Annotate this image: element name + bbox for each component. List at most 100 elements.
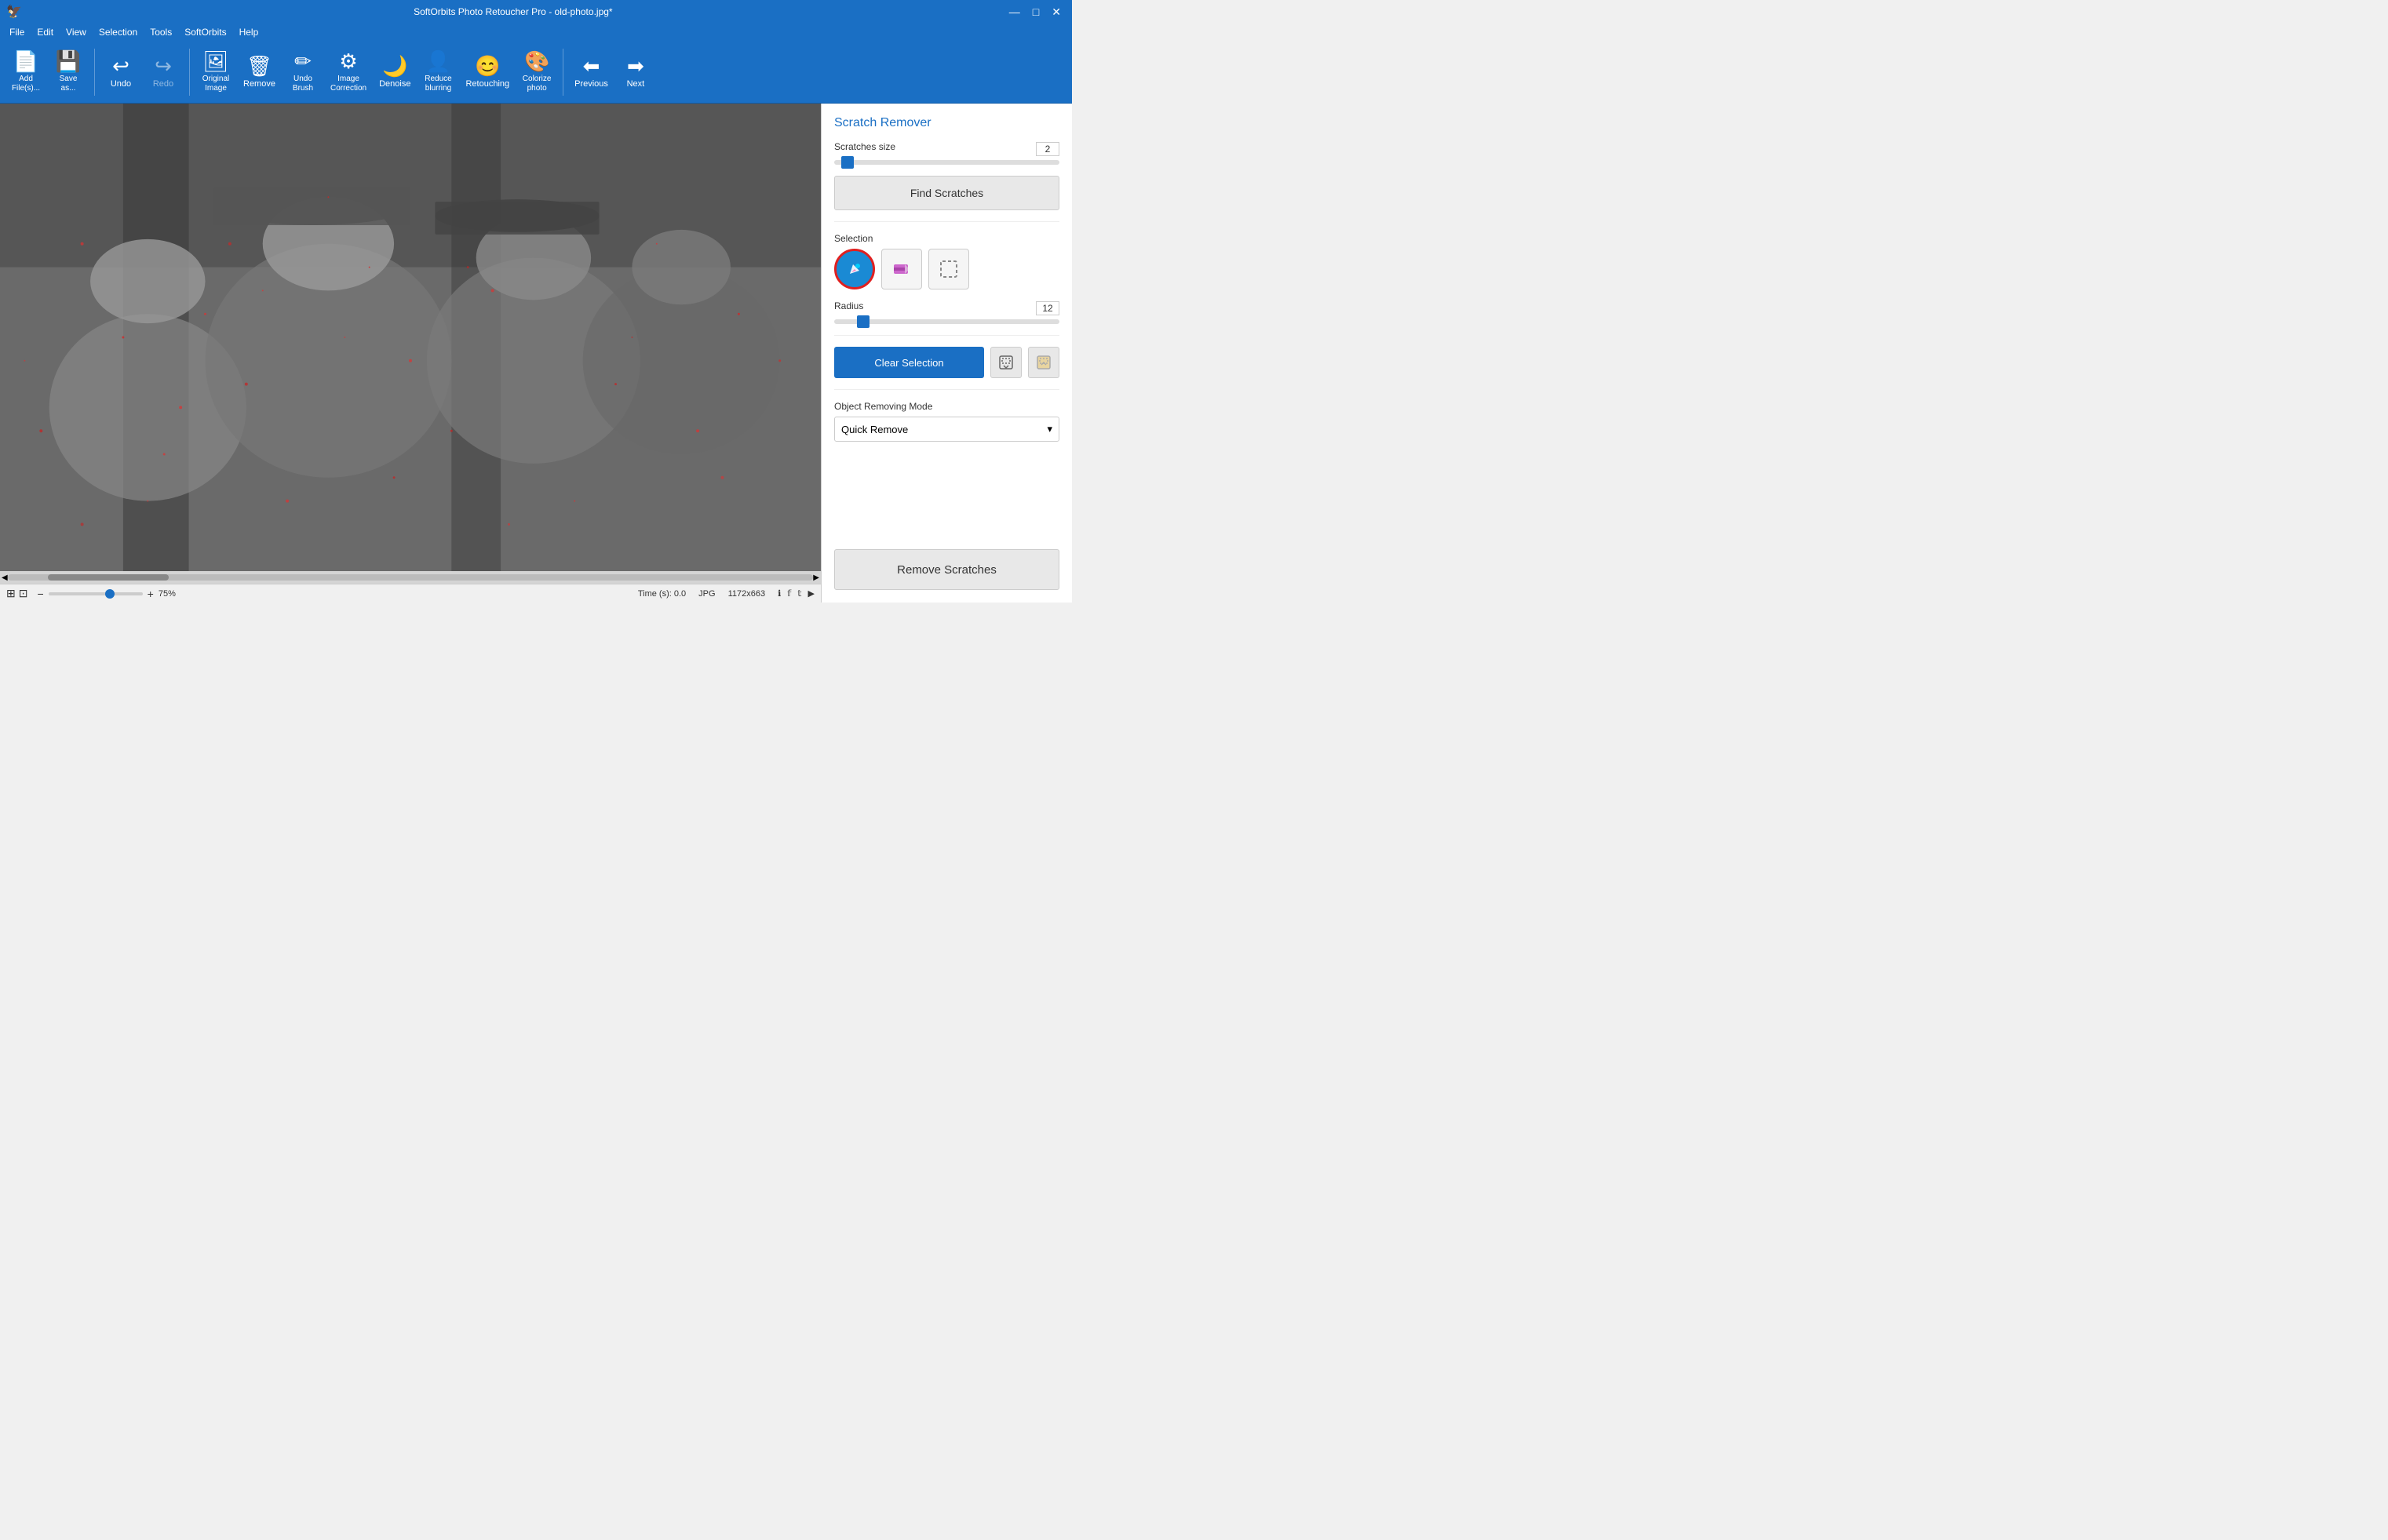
dimensions-label: 1172x663 — [728, 589, 766, 599]
save-as-button[interactable]: 💾 Saveas... — [49, 46, 88, 99]
load-selection-icon — [1036, 355, 1052, 370]
scratches-size-slider[interactable] — [834, 160, 1059, 165]
canvas-hscroll[interactable]: ◀ ▶ — [0, 571, 821, 584]
pencil-icon — [844, 258, 866, 280]
pencil-tool-button[interactable] — [834, 249, 875, 289]
menu-tools[interactable]: Tools — [144, 25, 178, 39]
maximize-button[interactable]: □ — [1028, 5, 1044, 19]
toolbar: 📄 AddFile(s)... 💾 Saveas... ↩ Undo ↪ Red… — [0, 41, 1072, 104]
facebook-icon[interactable]: 𝕗 — [787, 588, 791, 599]
radius-track[interactable] — [834, 319, 1059, 324]
info-icon[interactable]: ℹ — [778, 588, 781, 599]
reduce-blurring-button[interactable]: 👤 Reduceblurring — [418, 46, 458, 99]
menu-file[interactable]: File — [3, 25, 31, 39]
hscroll-track[interactable] — [8, 574, 814, 581]
statusbar-icons: ℹ 𝕗 𝕥 ▶ — [778, 588, 815, 599]
app-icon: 🦅 — [6, 4, 22, 20]
photo-canvas — [0, 104, 821, 571]
scratches-size-value: 2 — [1036, 142, 1059, 156]
selection-label: Selection — [834, 233, 1059, 244]
zoom-control: − + 75% — [37, 588, 175, 600]
hscroll-thumb[interactable] — [48, 574, 169, 581]
selection-tools — [834, 249, 1059, 289]
scratches-size-label: Scratches size — [834, 141, 895, 152]
radius-row: Radius 12 — [834, 300, 1059, 316]
divider-1 — [834, 221, 1059, 222]
fit-icon[interactable]: ⊞ — [6, 587, 16, 600]
undo-brush-button[interactable]: ✏ UndoBrush — [283, 46, 323, 99]
remove-scratches-button[interactable]: Remove Scratches — [834, 549, 1059, 590]
zoom-thumb[interactable] — [105, 589, 115, 599]
undo-label: Undo — [111, 79, 131, 89]
toolbar-sep-2 — [189, 49, 190, 96]
previous-icon: ⬅ — [583, 56, 600, 76]
eraser-tool-button[interactable] — [881, 249, 922, 289]
redo-button[interactable]: ↪ Redo — [144, 46, 183, 99]
save-selection-icon — [998, 355, 1014, 370]
remove-button[interactable]: 🗑 Remove — [239, 46, 280, 99]
image-correction-label: ImageCorrection — [330, 75, 366, 93]
canvas-area: ◀ ▶ ⊞ ⊡ − + 75% Time (s): 0.0 JPG — [0, 104, 821, 603]
statusbar: ⊞ ⊡ − + 75% Time (s): 0.0 JPG 1172x663 ℹ… — [0, 584, 821, 603]
denoise-button[interactable]: 🌙 Denoise — [374, 46, 415, 99]
rect-select-tool-button[interactable] — [928, 249, 969, 289]
canvas-wrapper[interactable] — [0, 104, 821, 571]
quick-remove-dropdown[interactable]: Quick Remove ▾ — [834, 417, 1059, 442]
add-files-button[interactable]: 📄 AddFile(s)... — [6, 46, 46, 99]
object-removing-mode-section: Object Removing Mode Quick Remove ▾ — [834, 401, 1059, 442]
radius-section: Radius 12 — [834, 300, 1059, 324]
save-as-label: Saveas... — [60, 75, 78, 93]
scroll-right-arrow[interactable]: ▶ — [813, 573, 819, 582]
retouching-label: Retouching — [465, 79, 509, 89]
titlebar-title: SoftOrbits Photo Retoucher Pro - old-pho… — [22, 6, 1004, 17]
next-icon: ➡ — [627, 56, 644, 76]
panel-title: Scratch Remover — [834, 116, 1059, 130]
find-scratches-button[interactable]: Find Scratches — [834, 176, 1059, 210]
previous-label: Previous — [574, 79, 608, 89]
denoise-icon: 🌙 — [382, 56, 407, 76]
menu-help[interactable]: Help — [233, 25, 265, 39]
statusbar-right: Time (s): 0.0 JPG 1172x663 ℹ 𝕗 𝕥 ▶ — [638, 588, 815, 599]
undo-button[interactable]: ↩ Undo — [101, 46, 140, 99]
zoom-out-icon[interactable]: − — [37, 588, 43, 600]
load-selection-button[interactable] — [1028, 347, 1059, 378]
next-label: Next — [627, 79, 645, 89]
divider-2 — [834, 335, 1059, 336]
scroll-left-arrow[interactable]: ◀ — [2, 573, 8, 582]
window-controls[interactable]: — □ ✕ — [1004, 5, 1066, 19]
original-image-icon: 🖼 — [202, 51, 228, 71]
scratches-size-thumb[interactable] — [841, 156, 854, 169]
original-image-button[interactable]: 🖼 OriginalImage — [196, 46, 235, 99]
retouching-button[interactable]: 😊 Retouching — [461, 46, 514, 99]
save-selection-button[interactable] — [990, 347, 1022, 378]
image-correction-button[interactable]: ⚙ ImageCorrection — [326, 46, 371, 99]
time-label: Time (s): 0.0 — [638, 589, 686, 599]
next-button[interactable]: ➡ Next — [616, 46, 655, 99]
colorize-icon: 🎨 — [524, 51, 549, 71]
redo-icon: ↪ — [155, 56, 172, 76]
clear-selection-button[interactable]: Clear Selection — [834, 347, 984, 378]
radius-thumb[interactable] — [857, 315, 870, 328]
eraser-icon — [891, 258, 913, 280]
colorize-button[interactable]: 🎨 Colorizephoto — [517, 46, 556, 99]
zoom-fit-icon[interactable]: ⊡ — [19, 587, 28, 600]
radius-value: 12 — [1036, 301, 1059, 315]
redo-label: Redo — [153, 79, 173, 89]
menu-edit[interactable]: Edit — [31, 25, 60, 39]
previous-button[interactable]: ⬅ Previous — [570, 46, 613, 99]
divider-3 — [834, 389, 1059, 390]
scratches-size-track[interactable] — [834, 160, 1059, 165]
youtube-icon[interactable]: ▶ — [808, 588, 815, 599]
radius-slider[interactable] — [834, 319, 1059, 324]
object-removing-mode-label: Object Removing Mode — [834, 401, 1059, 412]
dropdown-arrow-icon: ▾ — [1047, 423, 1052, 435]
twitter-icon[interactable]: 𝕥 — [797, 588, 801, 599]
minimize-button[interactable]: — — [1004, 5, 1025, 19]
menu-view[interactable]: View — [60, 25, 93, 39]
zoom-slider[interactable] — [49, 592, 143, 595]
menu-softorbits[interactable]: SoftOrbits — [178, 25, 232, 39]
close-button[interactable]: ✕ — [1047, 5, 1066, 19]
menu-selection[interactable]: Selection — [93, 25, 144, 39]
zoom-in-icon[interactable]: + — [148, 588, 154, 600]
save-as-icon: 💾 — [56, 51, 81, 71]
